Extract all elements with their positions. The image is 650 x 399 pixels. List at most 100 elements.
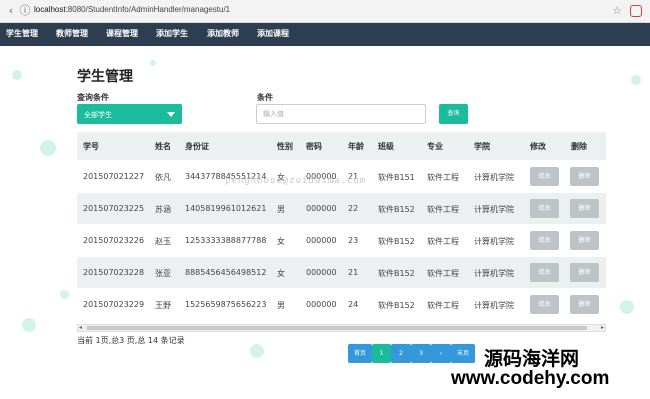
delete-button[interactable]: 删除 bbox=[570, 199, 599, 218]
last-page-button[interactable]: 末页 bbox=[451, 344, 475, 363]
cell-password: 000000 bbox=[306, 300, 337, 309]
col-header-name: 姓名 bbox=[155, 142, 171, 151]
brand-url: www.codehy.com bbox=[451, 368, 610, 389]
nav-item-manage-students[interactable]: 学生管理 bbox=[6, 28, 38, 39]
cell-student-id: 201507023228 bbox=[83, 268, 145, 277]
edit-button[interactable]: 修改 bbox=[530, 167, 559, 186]
cell-name: 赵玉 bbox=[155, 237, 171, 246]
url-text[interactable]: localhost:8080/StudentInfo/AdminHandler/… bbox=[34, 5, 230, 14]
cell-id-card: 1405819961012621 bbox=[185, 204, 267, 213]
edit-button[interactable]: 修改 bbox=[530, 263, 559, 282]
first-page-button[interactable]: 首页 bbox=[348, 344, 372, 363]
cell-password: 000000 bbox=[306, 236, 337, 245]
back-arrow-icon[interactable]: ‹ bbox=[4, 4, 18, 18]
cell-id-card: 1525659875656223 bbox=[185, 300, 267, 309]
decor-dot bbox=[150, 60, 156, 66]
nav-item-add-student[interactable]: 添加学生 bbox=[156, 28, 188, 39]
cell-major: 软件工程 bbox=[427, 269, 459, 278]
cell-age: 23 bbox=[348, 236, 359, 245]
cell-class: 软件B152 bbox=[378, 205, 415, 214]
cell-class: 软件B151 bbox=[378, 173, 415, 182]
cell-college: 计算机学院 bbox=[474, 269, 514, 278]
cell-class: 软件B152 bbox=[378, 237, 415, 246]
nav-item-manage-courses[interactable]: 课程管理 bbox=[106, 28, 138, 39]
top-nav: 学生管理 教师管理 课程管理 添加学生 添加教师 添加课程 bbox=[0, 23, 650, 46]
cell-password: 000000 bbox=[306, 268, 337, 277]
cell-gender: 男 bbox=[277, 301, 285, 310]
brand-name: 源码海洋网 bbox=[484, 348, 580, 370]
horizontal-scrollbar[interactable]: ◂ ▸ bbox=[77, 324, 606, 332]
cell-name: 张亚 bbox=[155, 269, 171, 278]
scroll-right-icon[interactable]: ▸ bbox=[601, 324, 604, 331]
extension-icon[interactable] bbox=[630, 5, 642, 17]
cell-name: 依凡 bbox=[155, 173, 171, 182]
edit-button[interactable]: 修改 bbox=[530, 231, 559, 250]
pagination-summary: 当前 1页,总3 页,总 14 条记录 bbox=[77, 336, 185, 345]
delete-button[interactable]: 删除 bbox=[570, 167, 599, 186]
cell-college: 计算机学院 bbox=[474, 173, 514, 182]
cell-student-id: 201507023229 bbox=[83, 300, 145, 309]
col-header-major: 专业 bbox=[427, 142, 443, 151]
cell-password: 000000 bbox=[306, 204, 337, 213]
cell-age: 21 bbox=[348, 268, 359, 277]
table-row: 201507023228 张亚 8885456456498512 女 00000… bbox=[77, 256, 606, 288]
cell-student-id: 201507023226 bbox=[83, 236, 145, 245]
delete-button[interactable]: 删除 bbox=[570, 263, 599, 282]
table-row: 201507023229 王野 1525659875656223 男 00000… bbox=[77, 288, 606, 320]
page-3-button[interactable]: 3 bbox=[411, 344, 431, 363]
condition-label: 条件 bbox=[257, 93, 273, 102]
decor-dot bbox=[22, 318, 36, 332]
cell-class: 软件B152 bbox=[378, 301, 415, 310]
query-condition-label: 查询条件 bbox=[77, 93, 109, 102]
edit-button[interactable]: 修改 bbox=[530, 295, 559, 314]
cell-major: 软件工程 bbox=[427, 301, 459, 310]
cell-college: 计算机学院 bbox=[474, 301, 514, 310]
nav-item-add-teacher[interactable]: 添加教师 bbox=[207, 28, 239, 39]
page-2-button[interactable]: 2 bbox=[391, 344, 411, 363]
decor-dot bbox=[631, 75, 641, 85]
decor-dot bbox=[40, 140, 56, 156]
next-page-button[interactable]: › bbox=[431, 344, 451, 363]
delete-button[interactable]: 删除 bbox=[570, 231, 599, 250]
cell-age: 24 bbox=[348, 300, 359, 309]
nav-item-manage-teachers[interactable]: 教师管理 bbox=[56, 28, 88, 39]
cell-major: 软件工程 bbox=[427, 173, 459, 182]
scroll-left-icon[interactable]: ◂ bbox=[79, 324, 82, 331]
page-info-icon[interactable]: ⓘ bbox=[18, 4, 32, 18]
student-filter-select[interactable]: 全部学生 bbox=[77, 104, 182, 124]
col-header-edit: 修改 bbox=[530, 142, 546, 151]
col-header-age: 年龄 bbox=[348, 142, 364, 151]
students-table: 学号 姓名 身份证 性别 密码 年龄 班级 专业 学院 修改 删除 201507… bbox=[77, 132, 606, 320]
star-icon[interactable]: ☆ bbox=[612, 4, 622, 17]
delete-button[interactable]: 删除 bbox=[570, 295, 599, 314]
cell-name: 王野 bbox=[155, 301, 171, 310]
col-header-gender: 性别 bbox=[277, 142, 293, 151]
cell-student-id: 201507021227 bbox=[83, 172, 145, 181]
watermark-text: penghoooo@zuidaima.com bbox=[225, 176, 367, 186]
edit-button[interactable]: 修改 bbox=[530, 199, 559, 218]
search-input[interactable] bbox=[256, 104, 426, 124]
search-button[interactable]: 查询 bbox=[439, 104, 468, 124]
col-header-delete: 删除 bbox=[571, 142, 587, 151]
select-value: 全部学生 bbox=[84, 111, 112, 119]
cell-college: 计算机学院 bbox=[474, 205, 514, 214]
decor-dot bbox=[620, 300, 634, 314]
nav-item-add-course[interactable]: 添加课程 bbox=[257, 28, 289, 39]
browser-url-bar: ‹ ⓘ localhost:8080/StudentInfo/AdminHand… bbox=[0, 0, 650, 23]
col-header-class: 班级 bbox=[378, 142, 394, 151]
table-row: 201507023225 苏涵 1405819961012621 男 00000… bbox=[77, 192, 606, 224]
cell-gender: 女 bbox=[277, 269, 285, 278]
page-title: 学生管理 bbox=[77, 69, 133, 85]
decor-dot bbox=[12, 70, 22, 80]
decor-dot bbox=[60, 290, 69, 299]
scrollbar-thumb[interactable] bbox=[87, 326, 587, 330]
cell-id-card: 1253333388877788 bbox=[185, 236, 267, 245]
table-header: 学号 姓名 身份证 性别 密码 年龄 班级 专业 学院 修改 删除 bbox=[77, 132, 606, 160]
cell-college: 计算机学院 bbox=[474, 237, 514, 246]
cell-id-card: 8885456456498512 bbox=[185, 268, 267, 277]
cell-age: 22 bbox=[348, 204, 359, 213]
cell-name: 苏涵 bbox=[155, 205, 171, 214]
cell-major: 软件工程 bbox=[427, 237, 459, 246]
cell-major: 软件工程 bbox=[427, 205, 459, 214]
page-1-button[interactable]: 1 bbox=[372, 344, 391, 363]
